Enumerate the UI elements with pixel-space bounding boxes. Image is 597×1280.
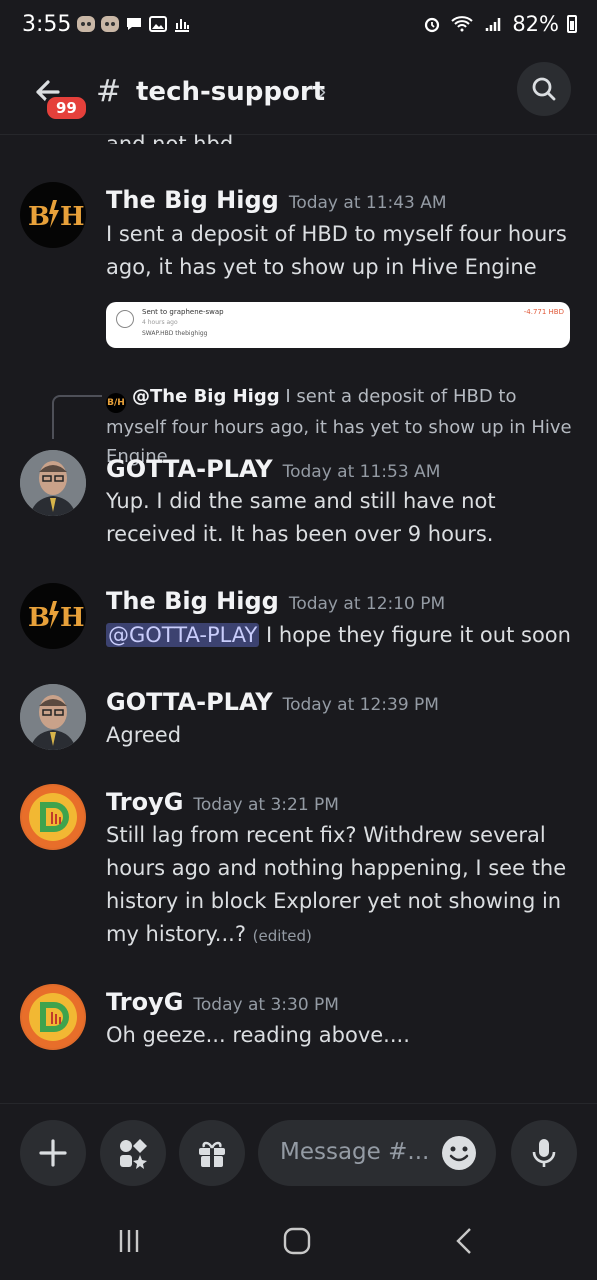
chat-bubble-icon [127,18,141,30]
apps-icon [120,1139,147,1169]
reply-avatar: B/H [106,393,126,413]
battery-icon [567,15,577,33]
search-button[interactable] [517,62,571,116]
avatar[interactable] [20,984,86,1050]
attachment-line: SWAP.HBD thebighigg [142,330,208,337]
message-author[interactable]: TroyG Today at 3:30 PM [106,988,339,1016]
microphone-icon [532,1139,556,1167]
message-timestamp: Today at 11:43 AM [288,193,447,213]
message-author[interactable]: The Big Higg Today at 11:43 AM [106,186,447,214]
svg-text:B: B [28,202,50,232]
author-name[interactable]: GOTTA-PLAY [106,688,273,716]
attachment-line: Sent to graphene-swap [142,308,224,316]
channel-name[interactable]: tech-support [136,77,325,107]
gift-button[interactable] [179,1120,245,1186]
home-button[interactable] [272,1221,322,1261]
message-text: I hope they figure it out soon [259,623,571,647]
avatar[interactable]: B H [20,182,86,248]
troyg-logo-icon [22,786,84,848]
reply-author[interactable]: @The Big Higg [132,386,280,407]
apps-button[interactable] [100,1120,166,1186]
emoji-icon[interactable] [440,1134,478,1172]
message-content: @GOTTA-PLAY I hope they figure it out so… [106,619,576,652]
status-time: 3:55 [22,12,72,37]
notification-icons [76,14,192,34]
channel-hash: # [96,74,122,109]
avatar[interactable] [20,784,86,850]
plus-icon [39,1139,67,1167]
user-icon [116,310,134,328]
author-name[interactable]: The Big Higg [106,587,279,615]
message-timestamp: Today at 3:21 PM [193,795,339,815]
message-author[interactable]: TroyG Today at 3:21 PM [106,788,339,816]
channel-header: # tech-support › [0,56,597,135]
avatar[interactable] [20,450,86,516]
message-content: Still lag from recent fix? Withdrew seve… [106,819,576,953]
message-timestamp: Today at 12:39 PM [282,695,439,715]
recent-apps-icon [119,1230,139,1252]
image-attachment[interactable]: Sent to graphene-swap 4 hours ago SWAP.H… [106,302,570,348]
recent-apps-button[interactable] [104,1221,154,1261]
avatar-portrait-icon [20,684,86,750]
unread-badge[interactable]: 99 [44,94,89,122]
message-composer: Message #... [0,1103,597,1204]
message-author[interactable]: The Big Higg Today at 12:10 PM [106,587,445,615]
avatar-portrait-icon [20,450,86,516]
message-content: Agreed [106,723,182,747]
svg-text:H: H [60,603,85,633]
reply-connector [52,395,102,439]
app-notification-icon [101,16,119,32]
message-author[interactable]: GOTTA-PLAY Today at 11:53 AM [106,455,440,483]
message-content: Yup. I did the same and still have not r… [106,489,496,546]
edited-label: (edited) [252,927,312,945]
alarm-icon [425,17,440,33]
author-name[interactable]: The Big Higg [106,186,279,214]
message-input[interactable]: Message #... [258,1120,496,1186]
add-attachment-button[interactable] [20,1120,86,1186]
stats-icon [175,19,189,32]
gift-icon [199,1141,225,1167]
voice-message-button[interactable] [511,1120,577,1186]
bh-logo-icon: B H [28,200,85,232]
author-name[interactable]: TroyG [106,788,183,816]
home-icon [283,1227,311,1255]
gallery-icon [149,16,167,32]
signal-icon [486,18,501,31]
bh-logo-icon: B H [28,601,85,633]
svg-text:B: B [28,603,50,633]
message-timestamp: Today at 12:10 PM [288,594,446,614]
status-bar: 3:55 82% [0,0,597,56]
author-name[interactable]: GOTTA-PLAY [106,455,273,483]
chevron-left-icon [456,1228,471,1254]
battery-percent: 82% [512,12,559,36]
message-text: Still lag from recent fix? Withdrew seve… [106,823,567,946]
attachment-amount: -4.771 HBD [523,308,564,316]
system-nav-bar [0,1203,597,1280]
chevron-right-icon[interactable]: › [318,80,327,105]
svg-text:H: H [60,202,85,232]
avatar[interactable] [20,684,86,750]
message-content: I sent a deposit of HBD to myself four h… [106,222,567,279]
message-author[interactable]: GOTTA-PLAY Today at 12:39 PM [106,688,439,716]
message-timestamp: Today at 3:30 PM [193,995,339,1015]
avatar[interactable]: B H [20,583,86,649]
message-placeholder: Message #... [280,1139,430,1165]
attachment-line: 4 hours ago [142,319,178,326]
wifi-icon [451,16,473,32]
app-notification-icon [77,16,95,32]
search-icon [532,77,556,101]
troyg-logo-icon [22,986,84,1048]
message-timestamp: Today at 11:53 AM [282,462,441,482]
system-back-button[interactable] [440,1221,490,1261]
user-mention[interactable]: @GOTTA-PLAY [106,623,260,647]
message-content: Oh geeze... reading above.... [106,1023,410,1047]
author-name[interactable]: TroyG [106,988,183,1016]
previous-message-cutoff: and not hbd. [106,132,240,144]
status-right: 82% [422,12,577,36]
